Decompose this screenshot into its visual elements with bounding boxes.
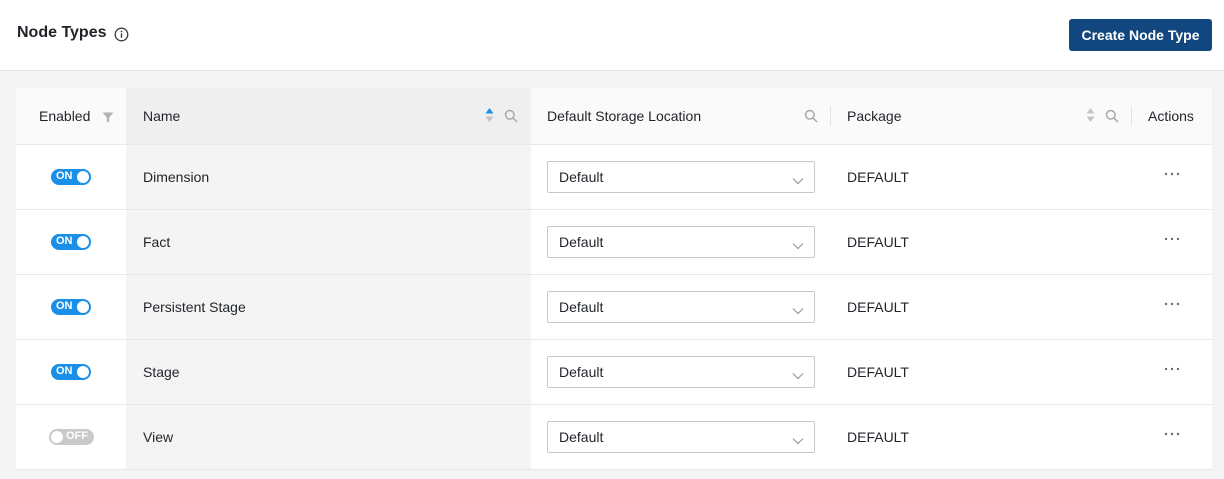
enabled-toggle[interactable]: ON bbox=[51, 364, 91, 380]
node-type-name: Fact bbox=[143, 234, 171, 250]
name-column-cell-bg bbox=[126, 340, 531, 404]
table-row: OFF View Default DEFAULT bbox=[16, 405, 1212, 470]
column-divider bbox=[1131, 106, 1132, 126]
select-value: Default bbox=[559, 234, 604, 250]
more-actions-icon[interactable] bbox=[1163, 425, 1181, 443]
storage-location-select[interactable]: Default bbox=[547, 226, 815, 258]
toggle-knob bbox=[77, 366, 89, 378]
toggle-label: ON bbox=[56, 300, 73, 312]
node-type-name: Persistent Stage bbox=[143, 299, 246, 315]
select-value: Default bbox=[559, 429, 604, 445]
storage-location-select[interactable]: Default bbox=[547, 356, 815, 388]
package-value: DEFAULT bbox=[847, 429, 909, 445]
select-value: Default bbox=[559, 299, 604, 315]
toggle-knob bbox=[77, 236, 89, 248]
name-column-highlight bbox=[126, 88, 531, 144]
search-icon[interactable] bbox=[1105, 109, 1119, 126]
enabled-toggle[interactable]: OFF bbox=[49, 429, 94, 445]
column-header-actions: Actions bbox=[1148, 108, 1194, 124]
search-icon[interactable] bbox=[504, 109, 518, 126]
toggle-label: ON bbox=[56, 170, 73, 182]
storage-location-select[interactable]: Default bbox=[547, 421, 815, 453]
enabled-toggle[interactable]: ON bbox=[51, 169, 91, 185]
page-title: Node Types bbox=[17, 24, 107, 41]
column-header-name[interactable]: Name bbox=[143, 108, 180, 124]
toggle-label: ON bbox=[56, 365, 73, 377]
search-icon[interactable] bbox=[804, 109, 818, 126]
column-divider bbox=[830, 106, 831, 126]
name-column-cell-bg bbox=[126, 210, 531, 274]
info-icon[interactable] bbox=[114, 27, 129, 42]
column-header-enabled[interactable]: Enabled bbox=[39, 108, 90, 124]
toggle-knob bbox=[77, 171, 89, 183]
package-value: DEFAULT bbox=[847, 364, 909, 380]
chevron-down-icon bbox=[792, 432, 804, 448]
select-value: Default bbox=[559, 364, 604, 380]
toggle-label: ON bbox=[56, 235, 73, 247]
select-value: Default bbox=[559, 169, 604, 185]
package-value: DEFAULT bbox=[847, 299, 909, 315]
enabled-toggle[interactable]: ON bbox=[51, 234, 91, 250]
more-actions-icon[interactable] bbox=[1163, 360, 1181, 378]
package-value: DEFAULT bbox=[847, 234, 909, 250]
table-row: ON Persistent Stage Default DEFAULT bbox=[16, 275, 1212, 340]
filter-icon[interactable] bbox=[102, 110, 114, 126]
table-row: ON Fact Default DEFAULT bbox=[16, 210, 1212, 275]
node-types-table: Enabled Name Default Storage Location Pa… bbox=[16, 88, 1212, 470]
column-header-storage[interactable]: Default Storage Location bbox=[547, 108, 701, 124]
chevron-down-icon bbox=[792, 172, 804, 188]
chevron-down-icon bbox=[792, 367, 804, 383]
storage-location-select[interactable]: Default bbox=[547, 291, 815, 323]
sort-icon[interactable] bbox=[1086, 107, 1095, 126]
more-actions-icon[interactable] bbox=[1163, 230, 1181, 248]
toggle-knob bbox=[77, 301, 89, 313]
package-value: DEFAULT bbox=[847, 169, 909, 185]
toggle-knob bbox=[51, 431, 63, 443]
table-row: ON Dimension Default DEFAULT bbox=[16, 145, 1212, 210]
chevron-down-icon bbox=[792, 302, 804, 318]
sort-icon[interactable] bbox=[485, 107, 494, 126]
column-header-package[interactable]: Package bbox=[847, 108, 901, 124]
table-row: ON Stage Default DEFAULT bbox=[16, 340, 1212, 405]
page-header: Node Types Create Node Type bbox=[0, 0, 1224, 71]
storage-location-select[interactable]: Default bbox=[547, 161, 815, 193]
more-actions-icon[interactable] bbox=[1163, 165, 1181, 183]
more-actions-icon[interactable] bbox=[1163, 295, 1181, 313]
enabled-toggle[interactable]: ON bbox=[51, 299, 91, 315]
node-type-name: View bbox=[143, 429, 174, 445]
toggle-label: OFF bbox=[66, 430, 88, 442]
node-type-name: Stage bbox=[143, 364, 180, 380]
table-header-row: Enabled Name Default Storage Location Pa… bbox=[16, 88, 1212, 145]
chevron-down-icon bbox=[792, 237, 804, 253]
name-column-cell-bg bbox=[126, 405, 531, 469]
node-type-name: Dimension bbox=[143, 169, 210, 185]
create-node-type-button[interactable]: Create Node Type bbox=[1069, 19, 1212, 51]
